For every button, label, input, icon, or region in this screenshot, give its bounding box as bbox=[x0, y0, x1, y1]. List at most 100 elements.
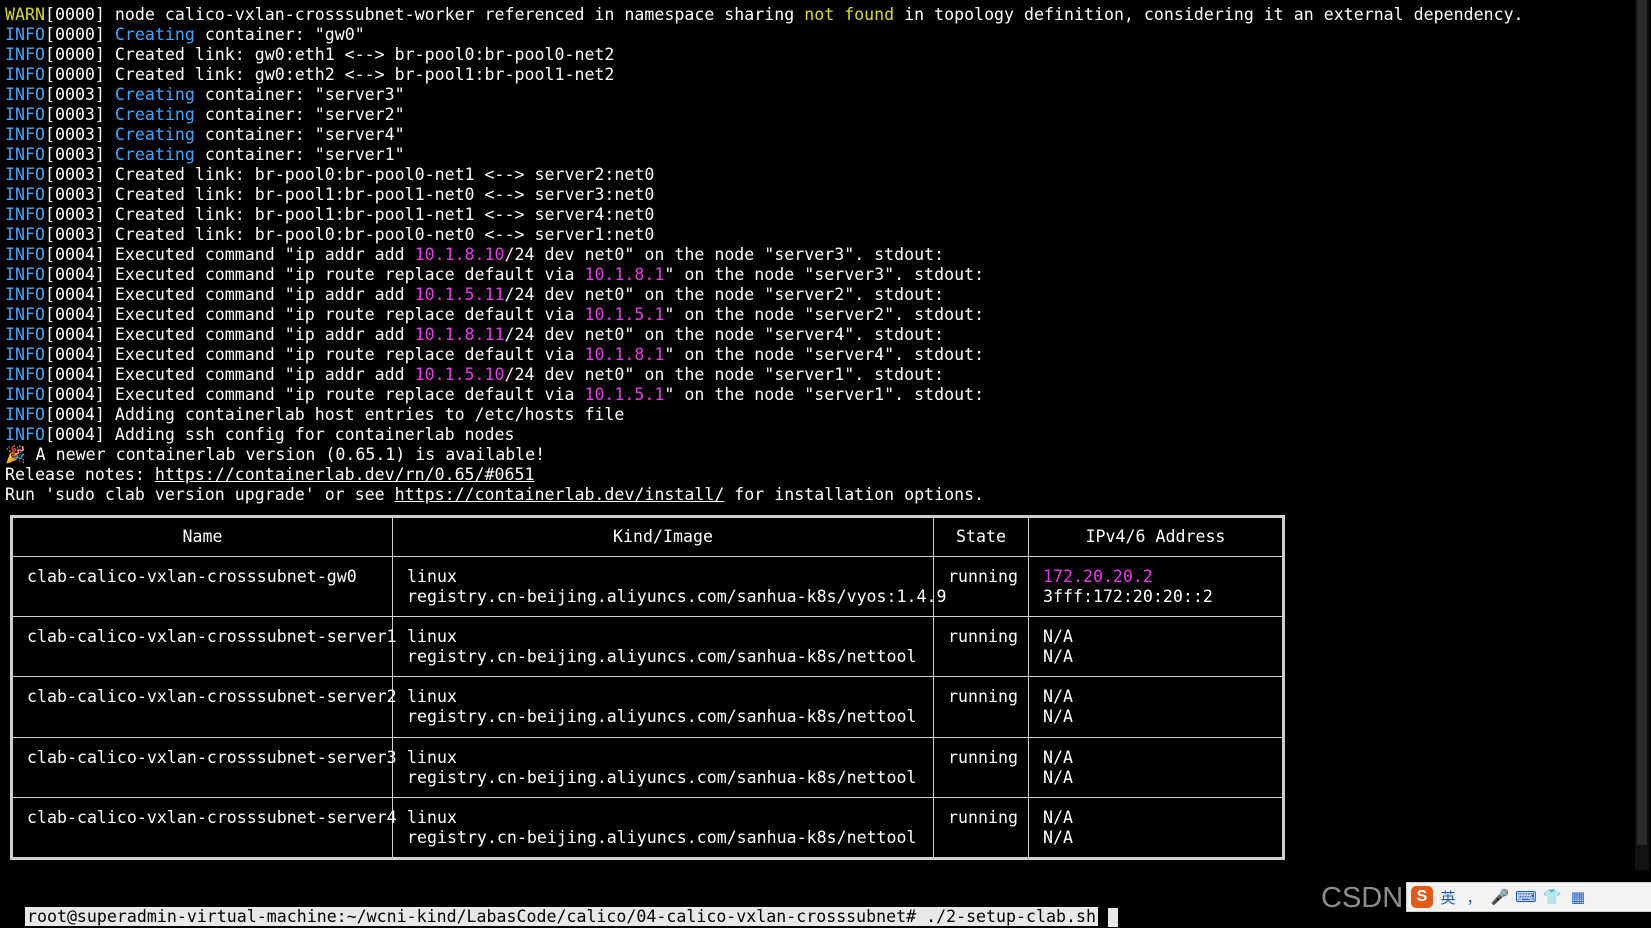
node-name: clab-calico-vxlan-crosssubnet-gw0 bbox=[27, 567, 357, 586]
csdn-watermark: CSDN @圣圣不爱学习 S 英 ， 🎤 ⌨ 👕 ▦ bbox=[1321, 874, 1651, 914]
log-line: INFO[0003] Created link: br-pool0:br-poo… bbox=[5, 225, 1631, 245]
text-cursor bbox=[1107, 908, 1118, 927]
cell-address: N/A N/A bbox=[1028, 796, 1283, 859]
log-segment: [0003] Created link: br-pool1:br-pool1-n… bbox=[44, 185, 655, 204]
node-ipv4: N/A bbox=[1043, 747, 1073, 767]
microphone-icon[interactable]: 🎤 bbox=[1489, 888, 1511, 906]
log-segment: [0004] Executed command "ip addr add bbox=[44, 365, 415, 384]
log-segment: container: "server1" bbox=[194, 145, 405, 164]
log-segment: [0004] Executed command "ip route replac… bbox=[44, 345, 585, 364]
log-segment: [0004] Executed command "ip route replac… bbox=[44, 265, 585, 284]
log-segment: [0000] Created link: gw0:eth1 <--> br-po… bbox=[44, 45, 615, 64]
cell-state: running bbox=[933, 616, 1029, 678]
keyboard-icon[interactable]: ⌨ bbox=[1515, 888, 1537, 906]
log-segment: /24 dev net0" on the node "server2". std… bbox=[504, 285, 945, 304]
log-segment: Creating bbox=[114, 85, 195, 104]
log-segment: INFO bbox=[5, 225, 45, 244]
log-segment: INFO bbox=[5, 45, 45, 64]
table-row: clab-calico-vxlan-crosssubnet-server3 lin… bbox=[12, 736, 1283, 798]
ime-punctuation-icon[interactable]: ， bbox=[1463, 887, 1485, 908]
log-segment: /24 dev net0" on the node "server1". std… bbox=[504, 365, 945, 384]
log-segment: [0004] Executed command "ip addr add bbox=[44, 245, 415, 264]
log-line: INFO[0000] Created link: gw0:eth1 <--> b… bbox=[5, 45, 1631, 65]
log-line: INFO[0004] Executed command "ip addr add… bbox=[5, 325, 1631, 345]
ime-toolbar[interactable]: S 英 ， 🎤 ⌨ 👕 ▦ bbox=[1406, 882, 1651, 912]
cell-name: clab-calico-vxlan-crosssubnet-server3 bbox=[12, 736, 397, 798]
log-line: INFO[0003] Creating container: "server4" bbox=[5, 125, 1631, 145]
sogou-logo-icon[interactable]: S bbox=[1411, 886, 1433, 908]
cell-name: clab-calico-vxlan-crosssubnet-server2 bbox=[12, 676, 397, 738]
log-segment: INFO bbox=[5, 165, 45, 184]
cell-state: running bbox=[933, 796, 1029, 859]
log-segment: INFO bbox=[5, 65, 45, 84]
log-line: INFO[0003] Created link: br-pool0:br-poo… bbox=[5, 165, 1631, 185]
log-segment: " on the node "server4". stdout: bbox=[664, 345, 985, 364]
containerlab-nodes-table: Name Kind/Image State IPv4/6 Address cla… bbox=[10, 515, 1285, 860]
log-link[interactable]: https://containerlab.dev/rn/0.65/#0651 bbox=[155, 465, 535, 484]
cell-name: clab-calico-vxlan-crosssubnet-server4 bbox=[12, 796, 397, 859]
log-line: INFO[0003] Creating container: "server1" bbox=[5, 145, 1631, 165]
node-kind: linux bbox=[407, 627, 457, 647]
log-line: INFO[0004] Executed command "ip route re… bbox=[5, 305, 1631, 325]
log-segment: [0004] Adding containerlab host entries … bbox=[44, 405, 625, 424]
cell-name: clab-calico-vxlan-crosssubnet-gw0 bbox=[12, 555, 393, 618]
log-segment: INFO bbox=[5, 25, 45, 44]
cell-kind-image: linux registry.cn-beijing.aliyuncs.com/s… bbox=[392, 555, 946, 618]
cell-state: running bbox=[933, 676, 1029, 738]
terminal-window: { "log": [ {"parts":[{"t":"WARN","c":"wa… bbox=[0, 0, 1651, 927]
log-line: WARN[0000] node calico-vxlan-crosssubnet… bbox=[5, 5, 1631, 25]
log-segment: Release notes: bbox=[5, 465, 155, 484]
ime-language-toggle[interactable]: 英 bbox=[1437, 887, 1459, 908]
node-ipv6: N/A bbox=[1043, 827, 1073, 847]
log-line: INFO[0000] Creating container: "gw0" bbox=[5, 25, 1631, 45]
log-segment: INFO bbox=[5, 125, 45, 144]
scrollbar-thumb[interactable] bbox=[1637, 0, 1647, 845]
log-line: Release notes: https://containerlab.dev/… bbox=[5, 465, 1631, 485]
table-row: clab-calico-vxlan-crosssubnet-server4 lin… bbox=[12, 796, 1283, 859]
column-header-kind-image: Kind/Image bbox=[392, 517, 934, 557]
node-ipv4: N/A bbox=[1043, 627, 1073, 647]
log-segment: container: "gw0" bbox=[194, 25, 365, 44]
log-segment: /24 dev net0" on the node "server4". std… bbox=[504, 325, 945, 344]
log-line: INFO[0004] Executed command "ip route re… bbox=[5, 345, 1631, 365]
log-line: INFO[0004] Executed command "ip addr add… bbox=[5, 285, 1631, 305]
column-header-state: State bbox=[933, 517, 1029, 557]
column-header-address: IPv4/6 Address bbox=[1028, 517, 1283, 557]
log-segment: for installation options. bbox=[724, 485, 985, 504]
cell-address: N/A N/A bbox=[1028, 676, 1283, 738]
log-segment: [0004] Adding ssh config for containerla… bbox=[44, 425, 515, 444]
node-ipv6: N/A bbox=[1043, 707, 1073, 727]
log-segment: [0003] Created link: br-pool0:br-pool0-n… bbox=[44, 165, 655, 184]
log-segment: 10.1.5.11 bbox=[414, 285, 505, 304]
log-segment: 10.1.5.1 bbox=[584, 385, 665, 404]
apps-grid-icon[interactable]: ▦ bbox=[1567, 888, 1589, 906]
log-segment: [0003] bbox=[44, 85, 115, 104]
log-segment: [0000] bbox=[44, 25, 115, 44]
log-segment: INFO bbox=[5, 85, 45, 104]
log-segment: INFO bbox=[5, 245, 45, 264]
skin-icon[interactable]: 👕 bbox=[1541, 888, 1563, 906]
log-segment: not found bbox=[804, 5, 895, 24]
log-segment: 10.1.8.10 bbox=[414, 245, 505, 264]
log-segment: INFO bbox=[5, 425, 45, 444]
node-ipv4: N/A bbox=[1043, 807, 1073, 827]
log-segment: [0003] Created link: br-pool0:br-pool0-n… bbox=[44, 225, 655, 244]
log-line: INFO[0004] Executed command "ip addr add… bbox=[5, 245, 1631, 265]
log-segment: [0004] Executed command "ip route replac… bbox=[44, 305, 585, 324]
log-segment: 10.1.8.11 bbox=[414, 325, 505, 344]
node-name: clab-calico-vxlan-crosssubnet-server2 bbox=[27, 687, 397, 707]
log-segment: /24 dev net0" on the node "server3". std… bbox=[504, 245, 945, 264]
log-line: INFO[0004] Adding containerlab host entr… bbox=[5, 405, 1631, 425]
log-segment: container: "server3" bbox=[194, 85, 405, 104]
log-segment: Creating bbox=[114, 145, 195, 164]
node-name: clab-calico-vxlan-crosssubnet-server1 bbox=[27, 627, 397, 647]
log-segment: [0003] Created link: br-pool1:br-pool1-n… bbox=[44, 205, 655, 224]
log-segment: INFO bbox=[5, 145, 45, 164]
log-segment: INFO bbox=[5, 325, 45, 344]
node-ipv6: N/A bbox=[1043, 767, 1073, 787]
log-segment: INFO bbox=[5, 285, 45, 304]
node-kind: linux bbox=[407, 687, 457, 707]
log-link[interactable]: https://containerlab.dev/install/ bbox=[395, 485, 725, 504]
shell-prompt-line[interactable]: root@superadmin-virtual-machine:~/wcni-k… bbox=[5, 884, 1118, 927]
log-segment: [0000] Created link: gw0:eth2 <--> br-po… bbox=[44, 65, 615, 84]
